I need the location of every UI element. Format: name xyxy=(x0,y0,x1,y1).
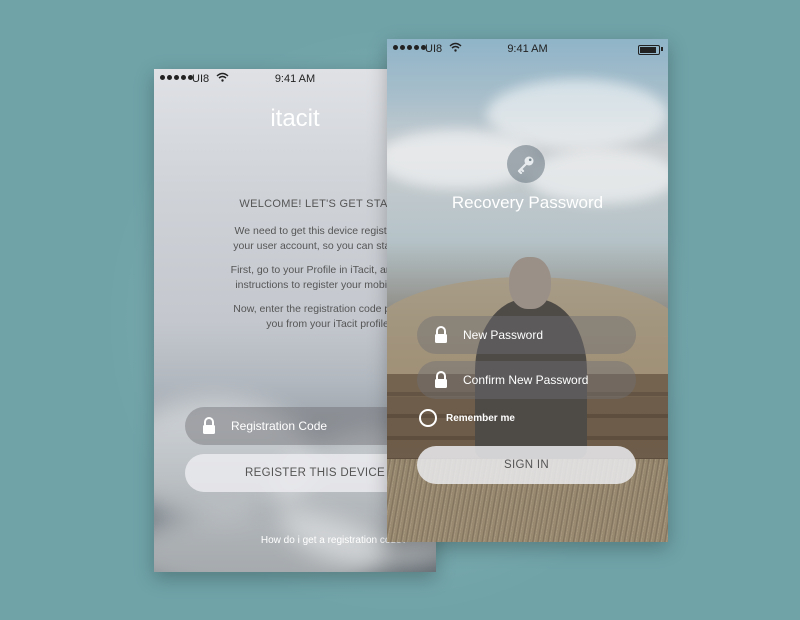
lock-icon xyxy=(435,326,447,343)
remember-me-radio[interactable] xyxy=(419,409,437,427)
remember-me-label: Remember me xyxy=(446,412,515,424)
key-icon-badge xyxy=(507,145,545,183)
battery-icon xyxy=(638,45,660,55)
confirm-password-field[interactable]: Confirm New Password xyxy=(417,361,636,399)
recovery-password-screen: UI8 9:41 AM Recovery Password New Passwo… xyxy=(387,39,668,542)
new-password-field[interactable]: New Password xyxy=(417,316,636,354)
person-head-decoration xyxy=(509,257,551,309)
lock-icon xyxy=(435,371,447,388)
page-title: Recovery Password xyxy=(451,193,604,212)
key-icon xyxy=(517,156,534,174)
lock-icon xyxy=(203,417,215,434)
status-bar: UI8 9:41 AM xyxy=(387,39,668,59)
confirm-password-placeholder: Confirm New Password xyxy=(463,373,589,387)
new-password-placeholder: New Password xyxy=(463,328,544,342)
clock: 9:41 AM xyxy=(507,43,548,55)
registration-code-placeholder: Registration Code xyxy=(231,419,328,433)
sign-in-button[interactable]: SIGN IN xyxy=(417,446,636,484)
remember-me-toggle[interactable]: Remember me xyxy=(419,409,515,427)
